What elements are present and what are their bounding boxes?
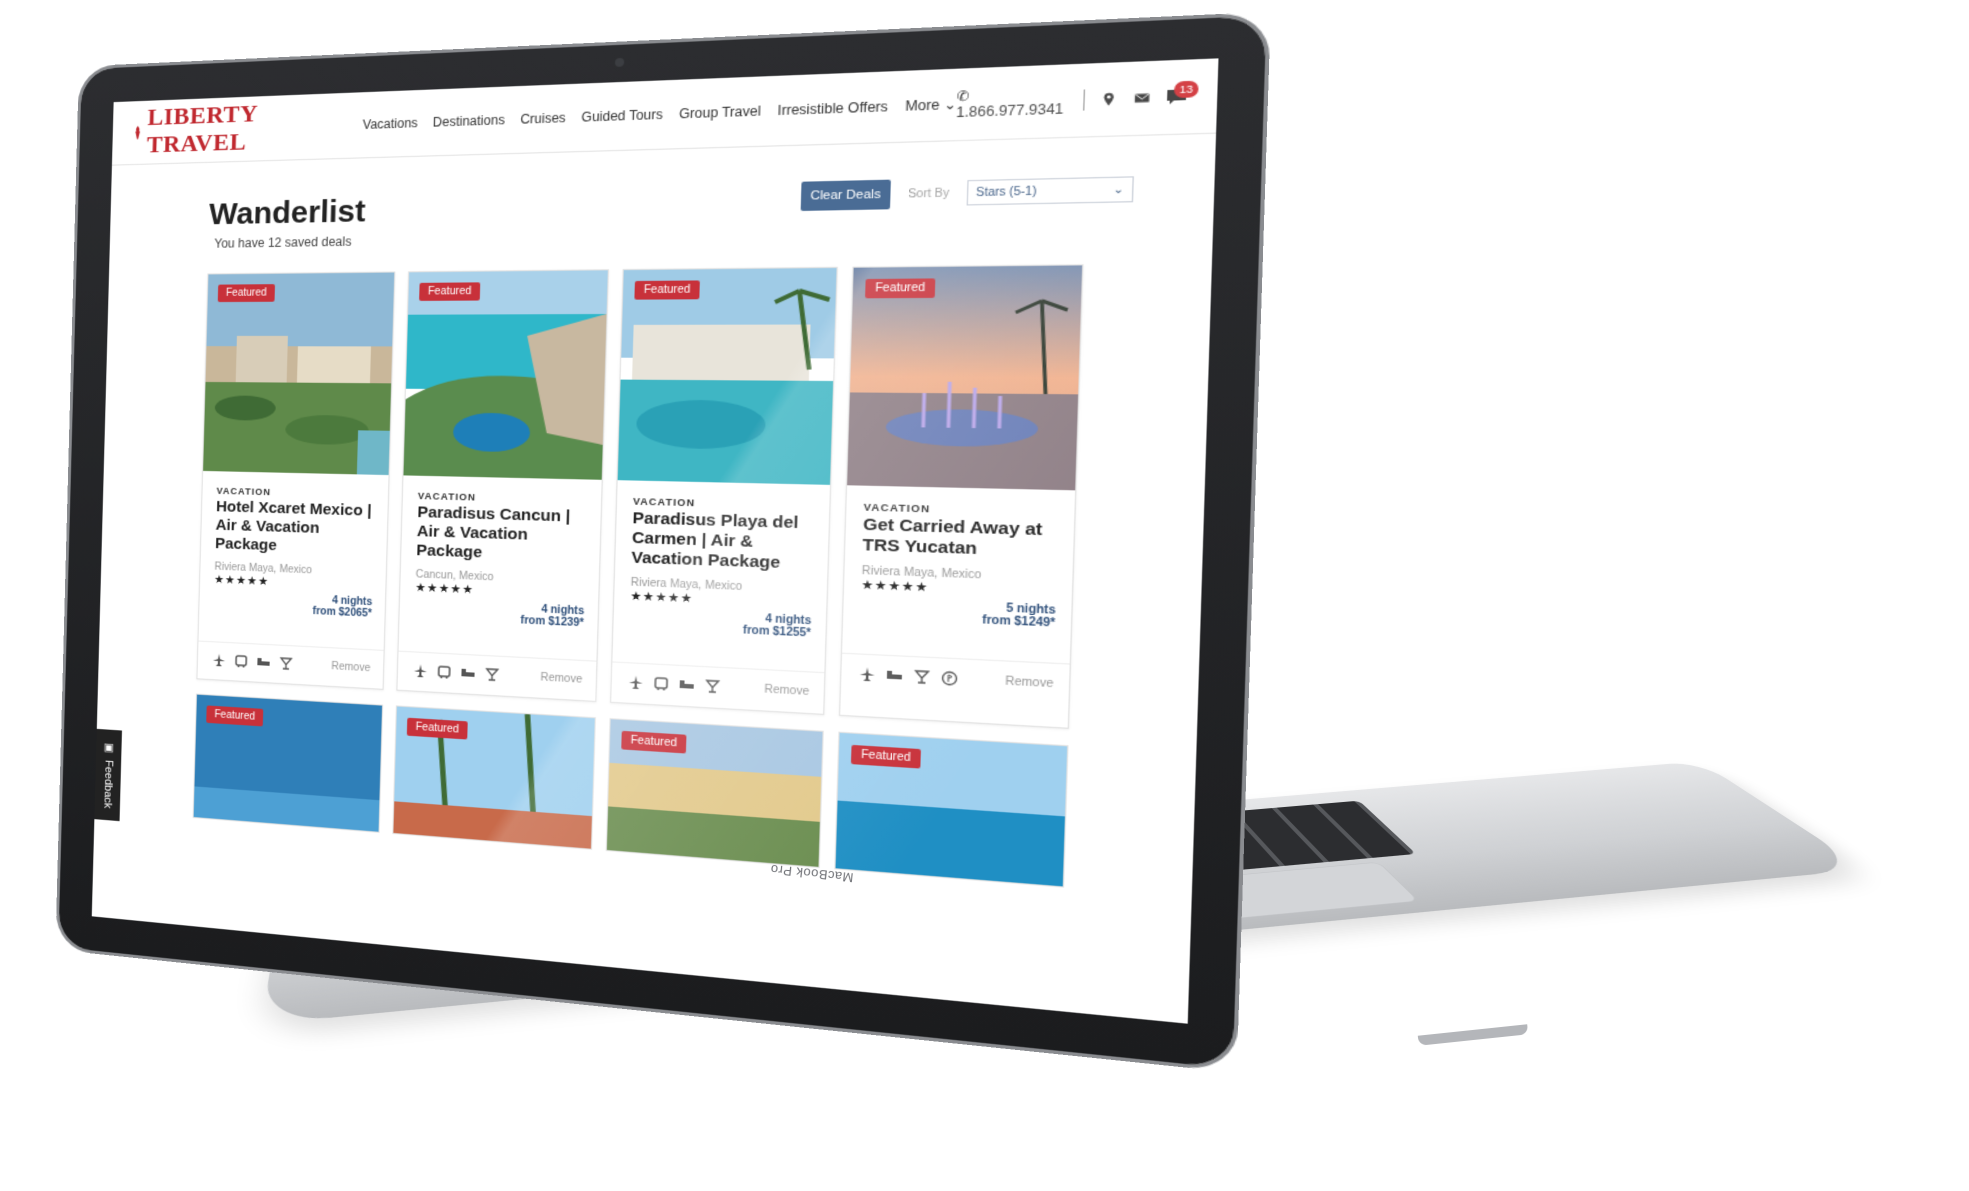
bed-icon (886, 670, 902, 680)
nav-group-travel[interactable]: Group Travel (679, 103, 761, 121)
deal-card[interactable]: Featured (834, 731, 1069, 888)
feedback-tab[interactable]: ▣ Feedback (94, 728, 122, 822)
deal-image-trs-yucatan[interactable]: Featured (847, 265, 1083, 491)
deal-card[interactable]: Featured (192, 693, 384, 833)
bus-icon (653, 676, 670, 692)
camera-icon (614, 57, 625, 67)
sort-value: Stars (5-1) (975, 184, 1037, 199)
deal-grid: Featured VACATION Hotel Xcaret Mexico | … (196, 264, 1131, 732)
phone-icon: ✆ (956, 87, 970, 105)
wanderlist-content: Wanderlist You have 12 saved deals Clear… (94, 134, 1216, 898)
logo[interactable]: LIBERTY TRAVEL (133, 100, 276, 160)
featured-tag: Featured (634, 280, 700, 300)
phone-number: 1.866.977.9341 (956, 100, 1064, 121)
resort-photo (847, 265, 1083, 491)
cocktail-icon (279, 656, 294, 671)
feedback-label: Feedback (101, 759, 115, 810)
bed-icon (257, 657, 270, 666)
divider (1083, 89, 1086, 111)
bus-icon (436, 664, 452, 680)
deal-card[interactable]: Featured (605, 718, 824, 869)
main-nav: Vacations Destinations Cruises Guided To… (363, 96, 957, 132)
nav-destinations[interactable]: Destinations (433, 112, 505, 129)
deal-image-hotel-xcaret[interactable]: Featured (203, 272, 395, 476)
sort-select[interactable]: Stars (5-1) ⌄ (966, 176, 1134, 206)
deal-card[interactable]: Featured VACATION Paradisus Playa del Ca… (610, 266, 838, 715)
feedback-icon: ▣ (103, 741, 115, 755)
featured-tag: Featured (206, 705, 264, 727)
deal-info: VACATION Paradisus Cancun | Air & Vacati… (399, 475, 602, 638)
remove-link[interactable]: Remove (540, 671, 582, 685)
deal-title[interactable]: Hotel Xcaret Mexico | Air & Vacation Pac… (215, 498, 375, 559)
featured-tag: Featured (406, 717, 468, 740)
deal-card[interactable]: Featured VACATION Paradisus Cancun | Air… (396, 269, 609, 703)
deal-card[interactable]: Featured VACATION Hotel Xcaret Mexico | … (196, 271, 396, 690)
location-pin-icon[interactable] (1100, 91, 1117, 108)
featured-tag: Featured (217, 284, 276, 303)
nav-vacations[interactable]: Vacations (363, 115, 418, 132)
deal-info: VACATION Get Carried Away at TRS Yucatan… (843, 485, 1075, 640)
deal-info: VACATION Hotel Xcaret Mexico | Air & Vac… (199, 471, 389, 629)
deal-footer: Remove (611, 661, 825, 714)
deal-title[interactable]: Paradisus Playa del Carmen | Air & Vacat… (631, 509, 814, 575)
header-utilities: ✆ 1.866.977.9341 13 (956, 80, 1199, 121)
chevron-down-icon: ⌄ (1112, 182, 1125, 197)
chat-button[interactable]: 13 (1166, 80, 1199, 105)
brand-name: LIBERTY TRAVEL (146, 100, 258, 159)
resort-photo (617, 267, 837, 485)
phone-link[interactable]: ✆ 1.866.977.9341 (956, 84, 1068, 121)
deal-card[interactable]: Featured (392, 705, 596, 850)
nav-cruises[interactable]: Cruises (520, 110, 566, 127)
title-row: Wanderlist You have 12 saved deals Clear… (208, 162, 1134, 251)
laptop-screen: LIBERTY TRAVEL Vacations Destinations Cr… (91, 58, 1219, 1024)
list-controls: Clear Deals Sort By Stars (5-1) ⌄ (800, 174, 1134, 211)
nav-guided-tours[interactable]: Guided Tours (581, 107, 663, 125)
cocktail-icon (484, 667, 500, 683)
bus-icon (234, 654, 249, 669)
chat-count-badge: 13 (1173, 80, 1199, 99)
nav-more-label: More (905, 96, 940, 115)
remove-link[interactable]: Remove (331, 660, 370, 674)
featured-tag: Featured (865, 278, 936, 299)
torch-icon (135, 125, 141, 140)
bed-icon (461, 668, 475, 677)
cocktail-icon (704, 678, 721, 694)
deal-image-paradisus-playa[interactable]: Featured (617, 267, 837, 485)
featured-tag: Featured (419, 282, 481, 301)
chevron-down-icon: ⌄ (943, 96, 957, 113)
deal-info: VACATION Paradisus Playa del Carmen | Ai… (613, 480, 830, 649)
resort-photo (203, 272, 395, 476)
nav-irresistible-offers[interactable]: Irresistible Offers (777, 99, 888, 119)
deal-footer: Remove (197, 640, 384, 689)
deal-footer: Remove (840, 652, 1070, 707)
clear-deals-button[interactable]: Clear Deals (800, 179, 892, 211)
page-title: Wanderlist (208, 194, 367, 232)
remove-link[interactable]: Remove (764, 683, 809, 698)
laptop-front-notch (1417, 1024, 1529, 1046)
deal-footer: Remove (397, 650, 597, 701)
airplane-icon (413, 664, 428, 678)
remove-link[interactable]: Remove (1005, 675, 1054, 690)
airplane-icon (628, 675, 643, 690)
deal-title[interactable]: Get Carried Away at TRS Yucatan (862, 515, 1058, 562)
deal-title[interactable]: Paradisus Cancun | Air & Vacation Packag… (416, 503, 587, 566)
bed-icon (679, 680, 694, 689)
mail-icon[interactable] (1133, 89, 1150, 106)
golf-icon (940, 670, 958, 687)
deal-card[interactable]: Featured VACATION Get Carried Away at TR… (838, 264, 1084, 729)
saved-count: You have 12 saved deals (214, 234, 352, 251)
nav-more[interactable]: More ⌄ (905, 96, 957, 114)
airplane-icon (859, 667, 875, 682)
cocktail-icon (913, 669, 931, 686)
sort-label: Sort By (907, 186, 950, 201)
airplane-icon (212, 653, 226, 667)
laptop-lid: LIBERTY TRAVEL Vacations Destinations Cr… (58, 15, 1267, 1069)
resort-photo (403, 270, 608, 480)
deal-image-paradisus-cancun[interactable]: Featured (403, 270, 608, 480)
